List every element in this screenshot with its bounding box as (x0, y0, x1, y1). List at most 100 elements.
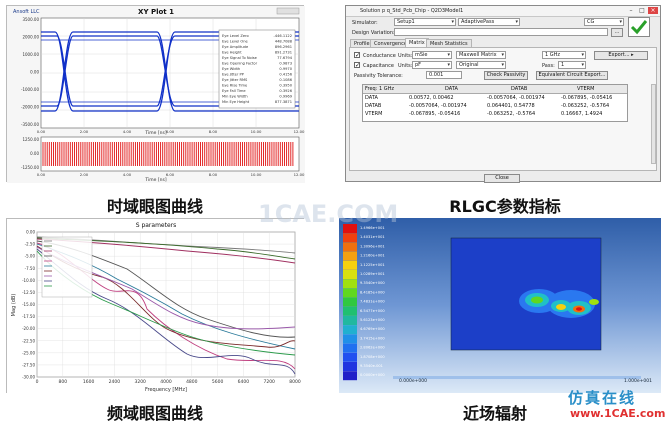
x-tick-label: 0.00 (37, 172, 46, 177)
matrix-cell: -0.067895, -0.05416 (409, 111, 461, 117)
param-select[interactable]: CG ▾ (584, 18, 624, 26)
design-variation-label: Design Variation: (352, 30, 395, 36)
conductance-checkbox[interactable]: ✓ (354, 52, 360, 59)
legend-swatch (343, 242, 357, 252)
legend-value: 1.4031e+001 (360, 235, 385, 239)
y-tick-label: 0.00 (30, 151, 39, 156)
matrix-row-label: DATA (365, 95, 378, 101)
logo-watermark-url: www.1CAE.com (570, 407, 666, 420)
matrix-cell: -0.0057064, -0.001974 (409, 103, 467, 109)
matrix-cell: 0.16667, 1.4924 (561, 111, 603, 117)
x-tick-label: 8.00 (209, 172, 218, 177)
logo-watermark-cn: 仿真在线 (568, 389, 637, 407)
matrix-table: Freq: 1 GHz DATA DATAB VTERM DATA 0.0057… (362, 84, 628, 122)
lower-xlabel: Time [ns] (144, 177, 166, 183)
eye-metric-label: Eye Height (222, 51, 242, 55)
nf-axis-left: 0.000e+000 (399, 378, 427, 384)
conductance-units-label: Units: (398, 53, 413, 59)
nearfield-plot: 1.4966e+0011.4031e+0011.3096e+0011.2160e… (343, 224, 652, 384)
eye-metric-value: 0.9969 (279, 95, 292, 99)
y-tick-label: -30.00 (22, 375, 35, 380)
sweep-select[interactable]: AdaptivePass ▾ (458, 18, 520, 26)
simulator-select[interactable]: Setup1 ▾ (394, 18, 456, 26)
eye-time-panel: Ansoft LLC XY Plot 1 Eye Level Zero -446.… (6, 5, 305, 183)
matrix-header-vterm: VTERM (577, 86, 595, 92)
legend-value: 3.7415e+000 (360, 336, 385, 340)
eye-metric-value: 896.2961 (275, 45, 292, 49)
x-tick-label: 12.00 (294, 129, 305, 134)
legend-swatch (343, 371, 357, 381)
pass-select[interactable]: 1 ▾ (558, 61, 586, 69)
y-tick-label: -15.00 (22, 302, 35, 307)
matrix-view-select[interactable]: Original ▾ (456, 61, 506, 69)
y-tick-label: -1250.00 (21, 165, 39, 170)
legend-value: 6.5477e+000 (360, 309, 385, 313)
dialog-title: Solution p q_Std_Pcb_Chip - Q2D3Model1 (360, 8, 464, 14)
equivalent-circuit-export-button[interactable]: Equivalent Circuit Export... (536, 71, 608, 80)
x-tick-label: 5600 (212, 379, 224, 385)
design-variation-button[interactable]: … (611, 28, 623, 37)
nearfield-panel: 1.4966e+001 1.4031e+001 1.3096e+001 1.2160e… (339, 218, 661, 393)
legend-swatch (343, 279, 357, 289)
y-tick-label: -12.50 (22, 290, 35, 295)
y-tick-label: -7.50 (25, 266, 36, 271)
x-tick-label: 10.00 (251, 129, 262, 134)
eye-metric-value: 0.9970 (279, 67, 292, 71)
eye-metric-label: Eye Width (222, 67, 240, 71)
matrix-cell: -0.063252, -0.5764 (487, 111, 536, 117)
design-variation-field[interactable] (394, 28, 608, 36)
y-tick-label: -25.00 (22, 350, 35, 355)
legend-swatch (343, 270, 357, 279)
legend-value: 9.3540e+000 (360, 281, 385, 285)
close-window-button[interactable]: × (648, 7, 658, 14)
matrix-scrollbar[interactable] (651, 84, 656, 164)
x-tick-label: 7200 (263, 379, 275, 385)
matrix-type-select[interactable]: Maxwell Matrix ▾ (456, 51, 506, 59)
sparam-panel: S parameters 0.00 -2.50 -5.00 -7.50 -10.00 -1… (6, 218, 305, 394)
legend-value: 1.0289e+001 (360, 272, 385, 276)
legend-value: 1.8708e+000 (360, 355, 385, 359)
eye-metric-label: Min Eye Width (222, 95, 248, 99)
conductance-units-select[interactable]: mSie ▾ (412, 51, 452, 59)
matrix-cell: -0.0057064, -0.001974 (487, 95, 545, 101)
check-passivity-button[interactable]: Check Passivity (484, 71, 528, 80)
x-tick-label: 2400 (109, 379, 121, 385)
eye-metric-label: Eye Jitter PP (222, 73, 245, 77)
legend-swatch (343, 325, 357, 335)
caption-near-field: 近场辐射 (462, 404, 527, 423)
eye-metric-value: 891.2731 (275, 51, 292, 55)
y-tick-label: 0.00 (30, 70, 39, 75)
dialog-titlebar: Solution p q_Std_Pcb_Chip - Q2D3Model1 –… (346, 6, 660, 17)
center-watermark: 1CAE.COM (258, 200, 399, 228)
capacitance-checkbox[interactable]: ✓ (354, 62, 360, 69)
x-tick-label: 6400 (238, 379, 250, 385)
legend-swatch (343, 362, 357, 371)
sparam-title: S parameters (136, 222, 177, 229)
legend-swatch (343, 306, 357, 316)
eye-metric-label: Eye Rise Time (222, 84, 248, 88)
matrix-header-freq: Freq: 1 GHz (365, 86, 395, 92)
caption-rlgc: RLGC参数指标 (449, 197, 561, 216)
y-tick-label: -22.50 (22, 338, 35, 343)
matrix-row-label: VTERM (365, 111, 383, 117)
matrix-cell: -0.063252, -0.5764 (561, 103, 610, 109)
matrix-header-data: DATA (445, 86, 458, 92)
legend-value: 1.3096e+001 (360, 244, 385, 248)
export-button[interactable]: Export... ▸ (594, 51, 648, 60)
upper-xlabel: Time [ns] (144, 130, 166, 136)
frequency-select[interactable]: 1 GHz ▾ (542, 51, 586, 59)
capacitance-units-select[interactable]: pF ▾ (412, 61, 452, 69)
passivity-input[interactable]: 0.001 (426, 71, 462, 79)
maximize-button[interactable]: □ (637, 7, 647, 14)
legend-value: 0.0000e+000 (360, 373, 385, 377)
caption-eye-time: 时域眼图曲线 (106, 197, 203, 216)
close-button[interactable]: Close (484, 174, 520, 183)
minimize-button[interactable]: – (626, 7, 636, 14)
matrix-cell: 0.00572, 0.00462 (409, 95, 454, 101)
legend-swatch (343, 288, 357, 298)
x-tick-label: 8000 (289, 379, 301, 385)
caption-eye-freq: 频域眼图曲线 (106, 404, 203, 423)
y-tick-label: -10.00 (22, 278, 35, 283)
x-tick-label: 10.00 (251, 172, 262, 177)
ok-check-icon[interactable] (628, 17, 650, 37)
